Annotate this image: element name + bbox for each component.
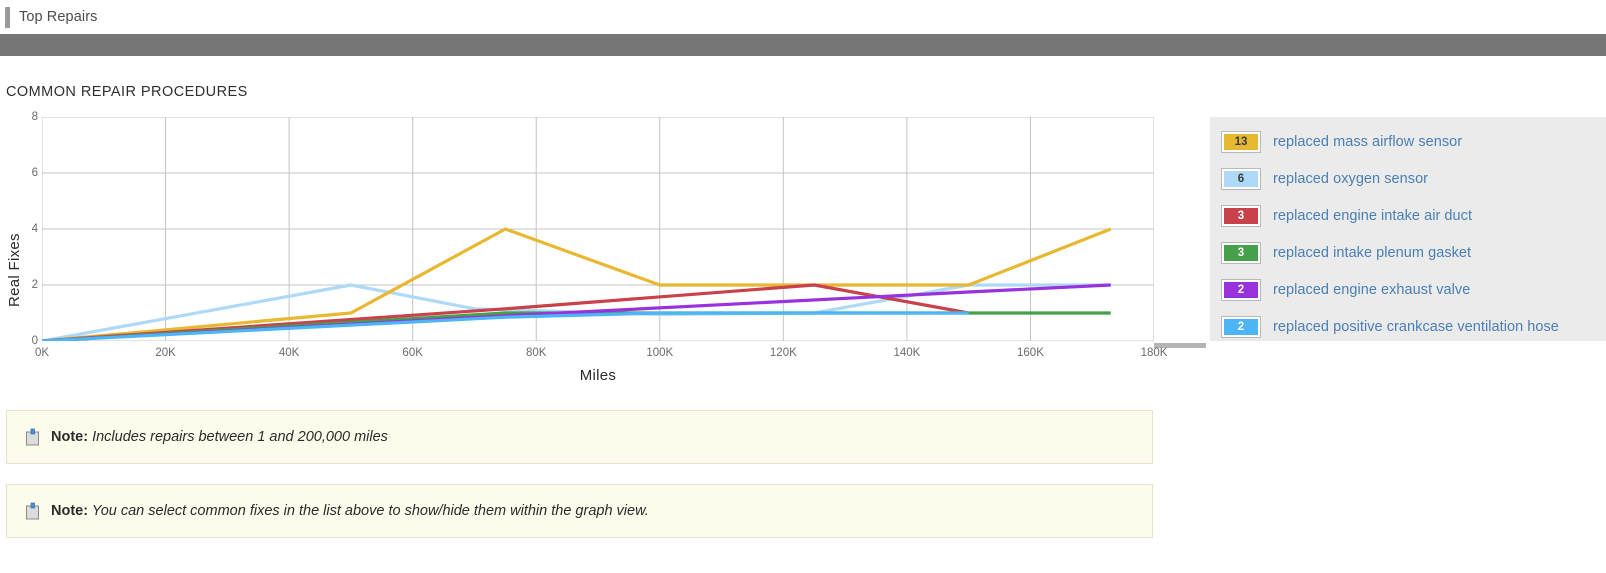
legend-count-badge[interactable]: 3 [1221,204,1261,227]
legend-label[interactable]: replaced intake plenum gasket [1273,245,1471,261]
note-prefix: Note: [51,503,89,519]
note-row: Note: You can select common fixes in the… [6,484,1153,538]
x-axis-tick: 160K [1017,347,1044,359]
note-icon [26,502,39,520]
legend-count-badge[interactable]: 2 [1221,315,1261,338]
note-prefix: Note: [51,429,89,445]
note-body: You can select common fixes in the list … [91,503,649,519]
chart-legend: 13 replaced mass airflow sensor 6 replaced … [1210,117,1606,341]
tab-top-repairs[interactable]: Top Repairs [19,9,97,25]
legend-label[interactable]: replaced engine intake air duct [1273,208,1472,224]
x-axis-tick: 20K [155,347,176,359]
legend-label[interactable]: replaced positive crankcase ventilation … [1273,319,1559,335]
x-axis-tick: 100K [646,347,674,359]
x-axis-tick: 120K [769,347,797,359]
legend-count-badge[interactable]: 13 [1221,130,1261,153]
tab-active-marker [5,6,10,28]
repair-chart: Real Fixes 02468 Miles 13 replaced mass a… [0,111,1606,386]
legend-item[interactable]: 13 replaced mass airflow sensor [1210,123,1606,160]
legend-item[interactable]: 6 replaced oxygen sensor [1210,160,1606,197]
x-axis-tick: 40K [278,347,300,359]
y-axis-tick: 6 [31,167,38,179]
legend-count-badge[interactable]: 2 [1221,278,1261,301]
legend-item[interactable]: 3 replaced intake plenum gasket [1210,234,1606,271]
page-title: COMMON REPAIR PROCEDURES [6,84,248,100]
x-axis-tick: 0K [34,347,50,359]
x-axis-tick: 80K [525,347,547,359]
note-row: Note: Includes repairs between 1 and 200… [6,410,1153,464]
note-body: Includes repairs between 1 and 200,000 m… [92,429,388,445]
chart-svg [42,117,1154,341]
notes-section: Note: Includes repairs between 1 and 200… [0,410,1606,538]
x-axis-tick: 60K [402,347,423,359]
x-axis-tick: 180K [1140,347,1168,359]
y-axis-tick: 8 [31,111,38,123]
header-band [0,34,1606,56]
x-axis-label: Miles [579,367,617,384]
note-icon [26,428,39,446]
y-axis-tick: 0 [31,335,38,347]
legend-label[interactable]: replaced oxygen sensor [1273,171,1428,187]
y-axis-ticks: 0 2 4 6 8 [10,111,38,386]
legend-item[interactable]: 2 replaced engine exhaust valve [1210,271,1606,308]
y-axis-tick: 4 [31,223,38,235]
x-axis-tick: 140K [893,347,921,359]
legend-count-badge[interactable]: 6 [1221,167,1261,190]
tab-bar: Top Repairs [0,0,1606,34]
note-text: Note: You can select common fixes in the… [51,503,649,519]
y-axis-tick: 2 [31,279,38,291]
note-text: Note: Includes repairs between 1 and 200… [51,429,388,445]
legend-label[interactable]: replaced mass airflow sensor [1273,134,1462,150]
legend-item[interactable]: 3 replaced engine intake air duct [1210,197,1606,234]
legend-item[interactable]: 2 replaced positive crankcase ventilation… [1210,308,1606,345]
legend-count-badge[interactable]: 3 [1221,241,1261,264]
plot-area [42,117,1154,341]
legend-label[interactable]: replaced engine exhaust valve [1273,282,1470,298]
